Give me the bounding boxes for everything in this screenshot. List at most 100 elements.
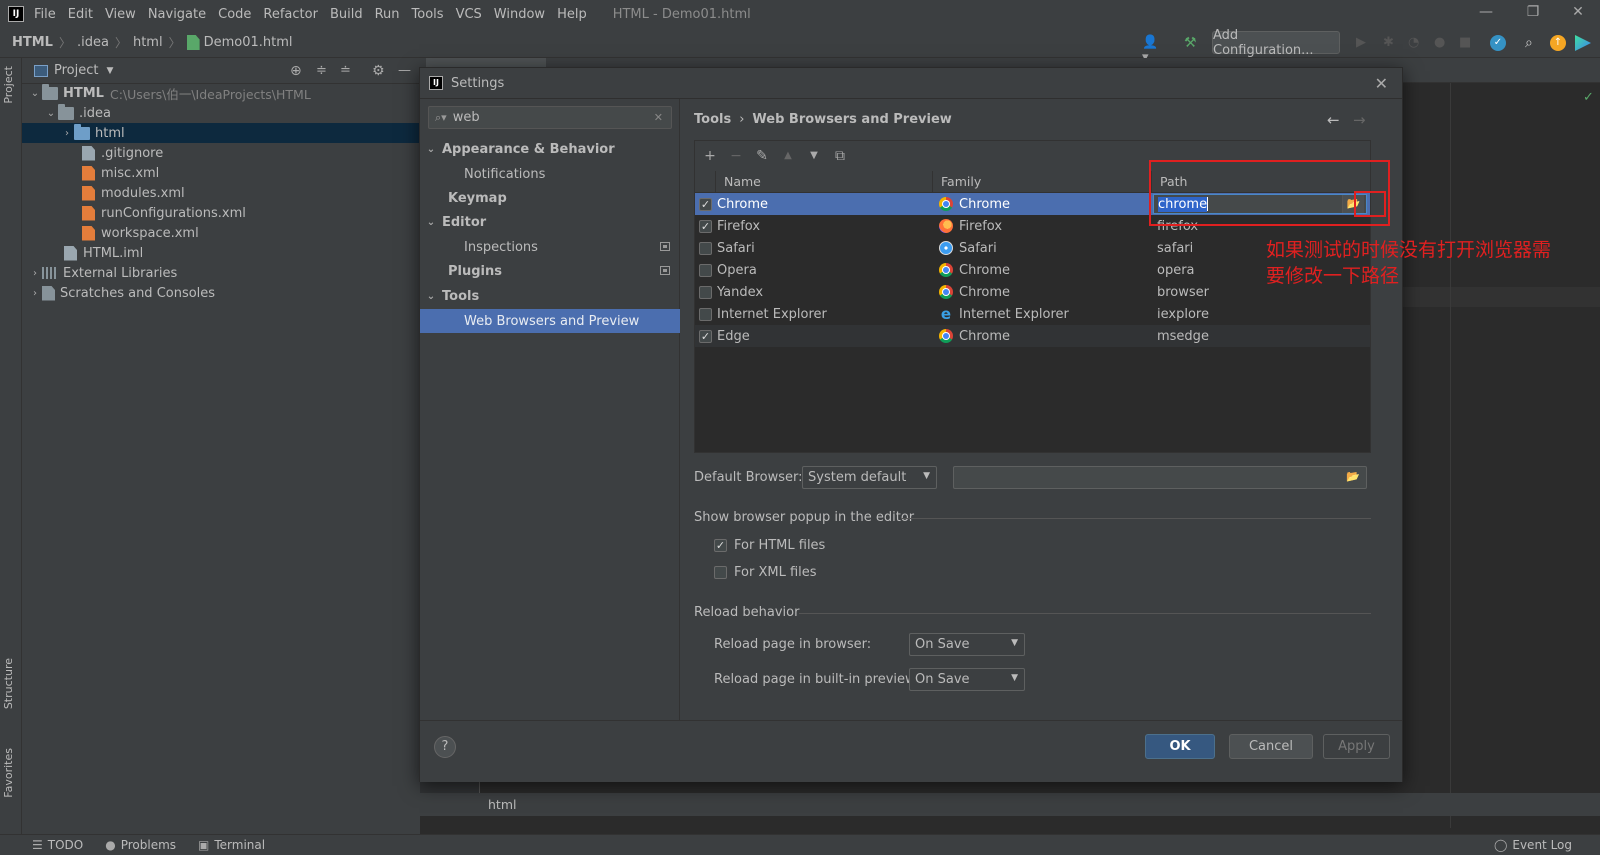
- tree-item-external-libraries[interactable]: › External Libraries: [22, 263, 420, 283]
- chevron-right-icon[interactable]: ›: [28, 288, 42, 299]
- tree-item-runconfigurations-xml[interactable]: runConfigurations.xml: [22, 203, 420, 223]
- event-log-button[interactable]: ◯ Event Log: [1494, 838, 1572, 852]
- project-panel-title[interactable]: Project: [54, 63, 98, 78]
- add-icon[interactable]: +: [701, 147, 719, 165]
- update-icon[interactable]: ✓: [1490, 35, 1506, 51]
- tree-item-misc-xml[interactable]: misc.xml: [22, 163, 420, 183]
- gear-icon[interactable]: ⚙: [372, 63, 385, 79]
- crumb-project[interactable]: HTML: [12, 35, 53, 50]
- restore-icon[interactable]: ❐: [1523, 4, 1543, 24]
- nav-keymap[interactable]: Keymap: [420, 186, 680, 210]
- terminal-tool-button[interactable]: ▣ Terminal: [198, 838, 265, 852]
- close-window-icon[interactable]: ✕: [1568, 4, 1588, 24]
- tree-item-scratches[interactable]: › Scratches and Consoles: [22, 283, 420, 303]
- profile-icon[interactable]: ●: [1434, 35, 1450, 51]
- cancel-button[interactable]: Cancel: [1229, 734, 1313, 759]
- remove-icon[interactable]: −: [727, 147, 745, 165]
- column-name[interactable]: Name: [715, 171, 932, 192]
- clear-icon[interactable]: ✕: [654, 111, 663, 124]
- hide-panel-icon[interactable]: —: [398, 63, 411, 78]
- settings-search-input[interactable]: ⌕▾ web ✕: [428, 106, 672, 129]
- nav-notifications[interactable]: Notifications: [420, 162, 680, 186]
- checkbox[interactable]: [714, 566, 727, 579]
- enabled-checkbox[interactable]: [699, 329, 712, 343]
- tree-item-idea[interactable]: ⌄ .idea: [22, 103, 420, 123]
- ide-update-icon[interactable]: ↑: [1550, 35, 1566, 51]
- structure-tool-tab[interactable]: Structure: [2, 658, 15, 709]
- help-button[interactable]: ?: [434, 736, 456, 758]
- checkbox[interactable]: [714, 539, 727, 552]
- copy-icon[interactable]: ⧉: [831, 147, 849, 165]
- menu-edit[interactable]: Edit: [68, 7, 93, 22]
- code-with-me-icon[interactable]: [1575, 35, 1591, 51]
- apply-button[interactable]: Apply: [1323, 734, 1390, 759]
- for-xml-files-checkbox[interactable]: For XML files: [714, 565, 817, 580]
- folder-browse-icon[interactable]: 📂: [1346, 470, 1360, 483]
- enabled-checkbox[interactable]: [699, 307, 712, 321]
- enabled-checkbox[interactable]: [699, 285, 712, 299]
- chevron-down-icon[interactable]: ⌄: [44, 108, 58, 119]
- menu-window[interactable]: Window: [494, 7, 545, 22]
- menu-build[interactable]: Build: [330, 7, 363, 22]
- enabled-checkbox[interactable]: [699, 219, 712, 233]
- tree-item-workspace-xml[interactable]: workspace.xml: [22, 223, 420, 243]
- table-row[interactable]: Edge Chrome msedge: [695, 325, 1370, 347]
- menu-run[interactable]: Run: [375, 7, 400, 22]
- chevron-right-icon[interactable]: ›: [60, 128, 74, 139]
- enabled-checkbox[interactable]: [699, 241, 712, 255]
- user-icon[interactable]: 👤▾: [1142, 35, 1158, 65]
- add-configuration-button[interactable]: Add Configuration...: [1212, 28, 1340, 58]
- menu-tools[interactable]: Tools: [412, 7, 444, 22]
- default-browser-select[interactable]: System default ▼: [802, 466, 937, 489]
- table-row[interactable]: Internet Explorer e Internet Explorer iex…: [695, 303, 1370, 325]
- enabled-checkbox[interactable]: [699, 197, 712, 211]
- project-tool-tab[interactable]: Project: [2, 66, 15, 104]
- collapse-all-icon[interactable]: ≐: [340, 63, 351, 78]
- nav-web-browsers-preview[interactable]: Web Browsers and Preview: [420, 309, 680, 333]
- crumb-idea[interactable]: .idea: [77, 35, 109, 50]
- chevron-down-icon[interactable]: ⌄: [420, 217, 442, 228]
- edit-pencil-icon[interactable]: ✎: [753, 147, 771, 165]
- nav-editor[interactable]: ⌄ Editor: [420, 210, 680, 234]
- tree-item-project-root[interactable]: ⌄ HTML C:\Users\伯一\IdeaProjects\HTML: [22, 83, 420, 103]
- problems-tool-button[interactable]: ● Problems: [105, 838, 176, 852]
- nav-appearance-behavior[interactable]: ⌄ Appearance & Behavior: [420, 137, 680, 161]
- for-html-files-checkbox[interactable]: For HTML files: [714, 538, 825, 553]
- chevron-down-icon[interactable]: ⌄: [28, 88, 42, 99]
- run-icon[interactable]: ▶: [1356, 35, 1372, 51]
- menu-view[interactable]: View: [105, 7, 136, 22]
- nav-plugins[interactable]: Plugins: [420, 259, 680, 283]
- chevron-down-icon[interactable]: ⌄: [420, 144, 442, 155]
- default-browser-path-field[interactable]: 📂: [953, 466, 1367, 489]
- nav-tools[interactable]: ⌄ Tools: [420, 284, 680, 308]
- coverage-icon[interactable]: ◔: [1408, 35, 1424, 51]
- move-down-icon[interactable]: ▼: [805, 147, 823, 165]
- menu-help[interactable]: Help: [557, 7, 587, 22]
- expand-all-icon[interactable]: ≑: [316, 63, 327, 78]
- back-arrow-icon[interactable]: ←: [1327, 111, 1340, 129]
- tree-item-html-iml[interactable]: HTML.iml: [22, 243, 420, 263]
- enabled-checkbox[interactable]: [699, 263, 712, 277]
- stop-icon[interactable]: ■: [1459, 35, 1475, 51]
- chevron-down-icon[interactable]: ⌄: [420, 291, 442, 302]
- reload-browser-select[interactable]: On Save ▼: [909, 633, 1025, 656]
- todo-tool-button[interactable]: ☰ TODO: [32, 838, 83, 852]
- locate-icon[interactable]: ⊕: [290, 63, 302, 79]
- crumb-html[interactable]: html: [133, 35, 163, 50]
- search-everywhere-icon[interactable]: ⌕: [1525, 35, 1541, 51]
- debug-icon[interactable]: ✱: [1383, 35, 1399, 51]
- tree-item-html-folder[interactable]: › html: [22, 123, 420, 143]
- inspection-ok-icon[interactable]: ✓: [1583, 90, 1594, 105]
- menu-navigate[interactable]: Navigate: [148, 7, 206, 22]
- minimize-icon[interactable]: —: [1476, 4, 1496, 24]
- menu-code[interactable]: Code: [218, 7, 251, 22]
- chevron-right-icon[interactable]: ›: [28, 268, 42, 279]
- move-up-icon[interactable]: ▲: [779, 147, 797, 165]
- nav-inspections[interactable]: Inspections: [420, 235, 680, 259]
- menu-vcs[interactable]: VCS: [456, 7, 482, 22]
- column-family[interactable]: Family: [932, 171, 1151, 192]
- favorites-tool-tab[interactable]: Favorites: [2, 748, 15, 798]
- tree-item-gitignore[interactable]: .gitignore: [22, 143, 420, 163]
- build-hammer-icon[interactable]: ⚒: [1184, 35, 1200, 51]
- reload-preview-select[interactable]: On Save ▼: [909, 668, 1025, 691]
